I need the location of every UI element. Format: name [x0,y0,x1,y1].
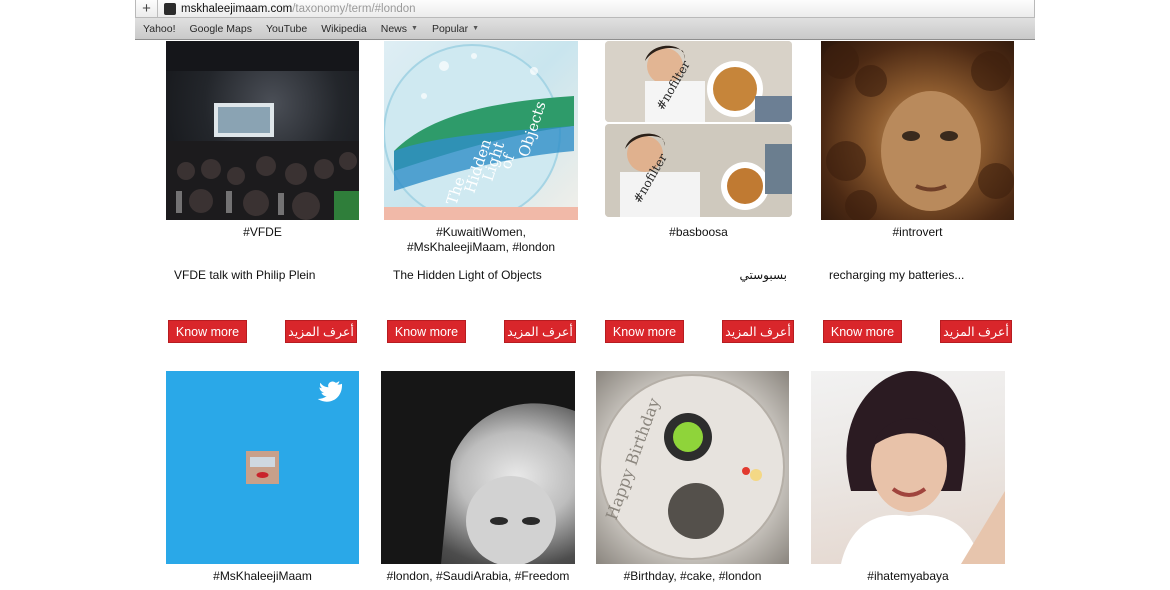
address-bar[interactable]: + mskhaleejimaam.com/taxonomy/term/#lond… [135,0,1035,18]
chevron-down-icon: ▼ [411,25,418,32]
bookmark-news[interactable]: News ▼ [375,23,424,35]
bookmark-google-maps[interactable]: Google Maps [184,23,258,35]
add-bookmark-plus-icon[interactable]: + [136,0,158,17]
introvert-portrait-photo[interactable] [821,41,1014,220]
post-caption[interactable]: #introvert [821,225,1014,240]
book-cover-illustration: TheHiddenLightofObjects [384,44,578,220]
basboosa-selfie-bottom[interactable]: #nofilter [605,124,792,217]
learn-more-arabic-button[interactable]: أعرف المزيد [722,320,794,343]
bookmark-popular[interactable]: Popular ▼ [426,23,485,35]
book-cover-photo[interactable]: The Hidden Light of Objects [384,41,578,220]
birthday-cake-photo[interactable]: Happy Birthday [596,371,789,564]
selfie-illustration: #nofilter [605,41,792,122]
post-caption[interactable]: #VFDE [166,225,359,240]
selfie-portrait-photo[interactable] [811,371,1005,564]
post-description: VFDE talk with Philip Plein [174,268,316,282]
learn-more-arabic-button[interactable]: أعرف المزيد [285,320,357,343]
know-more-button[interactable]: Know more [168,320,247,343]
url-path: /taxonomy/term/#london [292,2,416,15]
post-description: بسبوستي [739,268,787,282]
post-description: recharging my batteries... [829,268,965,282]
know-more-button[interactable]: Know more [823,320,902,343]
post-caption[interactable]: #basboosa [605,225,792,240]
bookmark-wikipedia[interactable]: Wikipedia [315,23,373,35]
post-caption[interactable]: #Birthday, #cake, #london [596,569,789,584]
know-more-button[interactable]: Know more [387,320,466,343]
twitter-post-tile[interactable] [166,371,359,564]
vfde-event-photo[interactable] [166,41,359,220]
post-caption[interactable]: #KuwaitiWomen, #MsKhaleejiMaam, #london [384,225,578,255]
bookmark-youtube[interactable]: YouTube [260,23,313,35]
post-caption[interactable]: #MsKhaleejiMaam [166,569,359,584]
bookmarks-bar: Yahoo! Google Maps YouTube Wikipedia New… [135,18,1035,40]
birthday-plate-illustration: Happy Birthday [599,374,785,560]
learn-more-arabic-button[interactable]: أعرف المزيد [504,320,576,343]
basboosa-selfie-top[interactable]: #nofilter [605,41,792,122]
post-caption[interactable]: #ihatemyabaya [811,569,1005,584]
selfie-portrait-illustration [841,371,1005,564]
bookmark-yahoo[interactable]: Yahoo! [137,23,182,35]
site-favicon-icon [164,2,176,15]
url-domain: mskhaleejimaam.com [181,2,293,15]
twitter-tile-illustration [246,381,342,484]
event-hall-illustration [166,41,359,220]
bw-portrait-photo[interactable] [381,371,575,564]
portrait-illustration [823,43,1014,220]
twitter-bird-icon [317,381,342,402]
know-more-button[interactable]: Know more [605,320,684,343]
selfie-illustration: #nofilter [605,124,792,217]
bw-portrait-illustration [381,371,575,564]
post-description: The Hidden Light of Objects [393,268,542,282]
post-caption[interactable]: #london, #SaudiArabia, #Freedom [381,569,575,584]
learn-more-arabic-button[interactable]: أعرف المزيد [940,320,1012,343]
chevron-down-icon: ▼ [472,25,480,32]
